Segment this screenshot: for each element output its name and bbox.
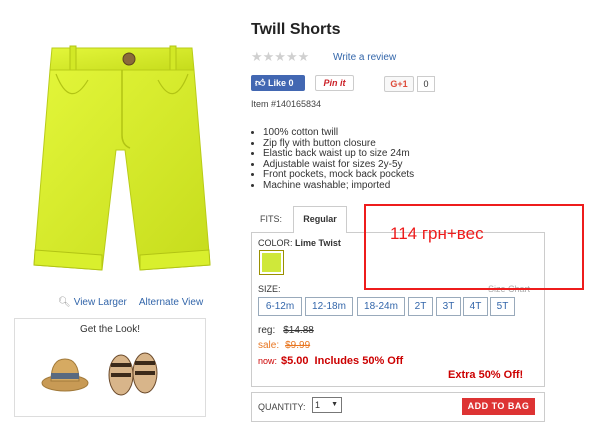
fedora-hat-image[interactable] <box>41 353 89 393</box>
facebook-like-button[interactable]: 👍︎ Like 0 <box>251 75 305 91</box>
annotation-text: 114 грн+вес <box>390 224 484 243</box>
get-the-look-title: Get the Look! <box>79 324 141 335</box>
sale-price: $9.99 <box>285 340 311 351</box>
get-the-look-panel: Get the Look! <box>14 318 206 417</box>
add-to-bag-button[interactable]: ADD TO BAG <box>462 398 535 415</box>
size-option-3t[interactable]: 3T <box>436 297 461 316</box>
selected-color-name: Lime Twist <box>295 238 341 248</box>
product-title: Twill Shorts <box>251 21 341 38</box>
size-option-6-12m[interactable]: 6-12m <box>258 297 302 316</box>
item-number: Item #140165834 <box>251 99 322 109</box>
reg-price: $14.88 <box>283 325 314 336</box>
view-larger-link[interactable]: View Larger <box>74 297 127 308</box>
fits-label: FITS: <box>260 214 282 224</box>
annotation-box <box>364 204 584 290</box>
discount-note: Includes 50% Off <box>314 355 404 367</box>
magnifier-icon: 🔍︎ <box>58 297 71 308</box>
size-option-4t[interactable]: 4T <box>463 297 488 316</box>
size-label: SIZE: <box>258 284 281 294</box>
google-plus-count: 0 <box>417 76 435 92</box>
color-label-text: COLOR: <box>258 238 293 248</box>
color-label: COLOR: Lime Twist <box>258 238 341 248</box>
pinterest-pin-button[interactable]: Pin it <box>315 75 354 91</box>
color-swatch-lime-twist[interactable] <box>259 250 284 275</box>
image-links: 🔍︎ View Larger Alternate View <box>58 297 215 308</box>
regular-price-row: reg: $14.88 <box>258 325 314 336</box>
quantity-select[interactable]: 1 ▼ <box>312 397 342 413</box>
write-review-link[interactable]: Write a review <box>333 52 396 63</box>
now-label: now: <box>258 356 278 366</box>
feature-item: 100% cotton twill <box>263 127 414 139</box>
feature-list: 100% cotton twill Zip fly with button cl… <box>251 127 414 192</box>
thumbs-up-icon: 👍︎ <box>255 78 266 89</box>
dropdown-arrow-icon: ▼ <box>331 401 338 408</box>
size-option-18-24m[interactable]: 18-24m <box>357 297 405 316</box>
facebook-like-label: Like 0 <box>268 78 294 88</box>
sale-price-row: sale: $9.99 <box>258 340 310 351</box>
sandals-image[interactable] <box>103 347 163 397</box>
fit-tab-regular[interactable]: Regular <box>293 206 347 233</box>
extra-off-badge: Extra 50% Off! <box>448 369 524 381</box>
size-option-5t[interactable]: 5T <box>490 297 515 316</box>
quantity-value: 1 <box>315 400 321 410</box>
feature-item: Machine washable; imported <box>263 180 414 192</box>
product-image[interactable] <box>30 40 215 285</box>
size-option-12-18m[interactable]: 12-18m <box>305 297 353 316</box>
size-option-2t[interactable]: 2T <box>408 297 433 316</box>
feature-item: Elastic back waist up to size 24m <box>263 148 414 160</box>
sale-label: sale: <box>258 340 280 351</box>
now-price: $5.00 <box>281 355 309 367</box>
alternate-view-link[interactable]: Alternate View <box>139 297 203 308</box>
google-plus-button[interactable]: G+1 <box>384 76 414 92</box>
now-price-row: now: $5.00 Includes 50% Off <box>258 355 403 367</box>
swatch-fill <box>262 253 281 272</box>
reg-label: reg: <box>258 325 276 336</box>
quantity-label: QUANTITY: <box>258 402 306 412</box>
rating-stars-icon: ★★★★★ <box>251 49 310 64</box>
feature-item: Front pockets, mock back pockets <box>263 169 414 181</box>
